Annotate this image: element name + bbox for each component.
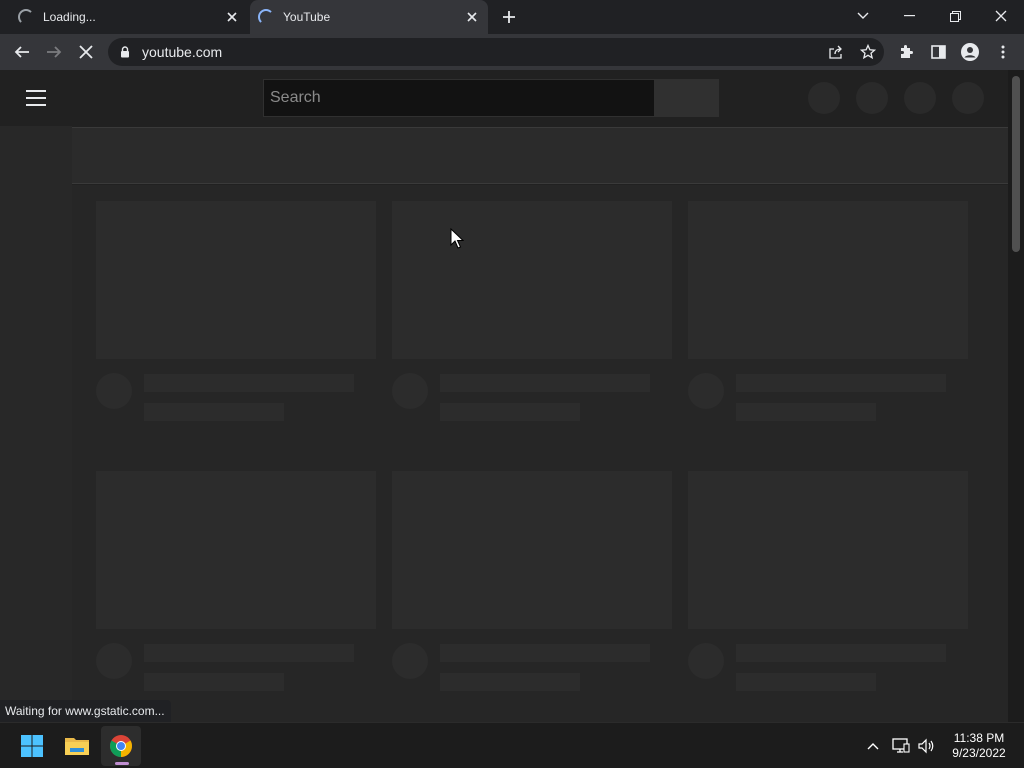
header-icon-placeholder bbox=[952, 82, 984, 114]
channel-avatar-placeholder bbox=[392, 643, 428, 679]
browser-toolbar: youtube.com bbox=[0, 34, 1024, 70]
close-tab-icon[interactable] bbox=[464, 9, 480, 25]
header-icon-placeholder bbox=[904, 82, 936, 114]
thumbnail-placeholder bbox=[688, 471, 968, 629]
loading-spinner-icon bbox=[18, 9, 34, 25]
header-icon-placeholder bbox=[856, 82, 888, 114]
tab-strip: Loading... YouTube bbox=[0, 0, 1024, 34]
meta-placeholder bbox=[440, 673, 580, 691]
video-card-skeleton bbox=[392, 201, 672, 421]
status-bubble: Waiting for www.gstatic.com... bbox=[0, 700, 171, 722]
stop-loading-button[interactable] bbox=[73, 40, 99, 64]
share-icon[interactable] bbox=[820, 38, 852, 66]
page-scrollbar[interactable] bbox=[1008, 70, 1024, 722]
video-grid-skeleton bbox=[72, 185, 1008, 722]
tab-youtube[interactable]: YouTube bbox=[250, 0, 488, 34]
forward-button[interactable] bbox=[41, 40, 67, 64]
channel-avatar-placeholder bbox=[96, 373, 132, 409]
video-card-skeleton bbox=[392, 471, 672, 691]
file-explorer-icon[interactable] bbox=[57, 726, 97, 766]
address-bar[interactable]: youtube.com bbox=[108, 38, 884, 66]
tab-search-button[interactable] bbox=[840, 0, 886, 32]
close-tab-icon[interactable] bbox=[224, 9, 240, 25]
search-box bbox=[263, 79, 719, 117]
restore-button[interactable] bbox=[932, 0, 978, 32]
volume-icon[interactable] bbox=[915, 735, 937, 757]
thumbnail-placeholder bbox=[96, 201, 376, 359]
title-placeholder bbox=[440, 374, 650, 392]
chevron-up-icon[interactable] bbox=[862, 735, 884, 757]
meta-placeholder bbox=[736, 673, 876, 691]
video-card-skeleton bbox=[96, 471, 376, 691]
lock-icon[interactable] bbox=[108, 46, 142, 58]
video-card-skeleton bbox=[96, 201, 376, 421]
chips-bar-placeholder bbox=[72, 127, 1008, 184]
channel-avatar-placeholder bbox=[392, 373, 428, 409]
thumbnail-placeholder bbox=[392, 201, 672, 359]
header-icon-placeholder bbox=[808, 82, 840, 114]
youtube-header bbox=[0, 70, 1008, 126]
title-placeholder bbox=[144, 374, 354, 392]
thumbnail-placeholder bbox=[688, 201, 968, 359]
tab-title: YouTube bbox=[283, 10, 331, 24]
channel-avatar-placeholder bbox=[688, 373, 724, 409]
channel-avatar-placeholder bbox=[96, 643, 132, 679]
bookmark-star-icon[interactable] bbox=[852, 38, 884, 66]
system-clock[interactable]: 11:38 PM 9/23/2022 bbox=[940, 731, 1018, 761]
chrome-icon[interactable] bbox=[101, 726, 141, 766]
title-placeholder bbox=[736, 644, 946, 662]
title-placeholder bbox=[736, 374, 946, 392]
thumbnail-placeholder bbox=[392, 471, 672, 629]
back-button[interactable] bbox=[9, 40, 35, 64]
tab-loading[interactable]: Loading... bbox=[18, 0, 248, 34]
scrollbar-thumb[interactable] bbox=[1012, 76, 1020, 252]
network-icon[interactable] bbox=[890, 735, 912, 757]
new-tab-button[interactable] bbox=[499, 7, 519, 27]
meta-placeholder bbox=[144, 403, 284, 421]
clock-date: 9/23/2022 bbox=[952, 746, 1006, 760]
title-placeholder bbox=[440, 644, 650, 662]
sidebar-placeholder bbox=[0, 126, 72, 722]
tab-title: Loading... bbox=[43, 10, 96, 24]
profile-avatar-icon[interactable] bbox=[957, 40, 983, 64]
minimize-button[interactable] bbox=[886, 0, 932, 32]
title-placeholder bbox=[144, 644, 354, 662]
start-windows-icon[interactable] bbox=[12, 726, 52, 766]
mouse-cursor-icon bbox=[450, 227, 465, 255]
active-app-indicator bbox=[115, 762, 129, 765]
meta-placeholder bbox=[736, 403, 876, 421]
menu-kebab-icon[interactable] bbox=[990, 40, 1016, 64]
meta-placeholder bbox=[440, 403, 580, 421]
side-panel-icon[interactable] bbox=[925, 40, 951, 64]
clock-time: 11:38 PM bbox=[953, 731, 1005, 745]
channel-avatar-placeholder bbox=[688, 643, 724, 679]
video-card-skeleton bbox=[688, 471, 968, 691]
meta-placeholder bbox=[144, 673, 284, 691]
url-text[interactable]: youtube.com bbox=[142, 44, 820, 60]
page-content bbox=[0, 70, 1024, 722]
video-card-skeleton bbox=[688, 201, 968, 421]
search-button[interactable] bbox=[655, 79, 719, 117]
hamburger-menu-icon[interactable] bbox=[24, 88, 48, 108]
thumbnail-placeholder bbox=[96, 471, 376, 629]
search-input[interactable] bbox=[263, 79, 655, 117]
extensions-icon[interactable] bbox=[893, 40, 919, 64]
windows-taskbar: 11:38 PM 9/23/2022 bbox=[0, 722, 1024, 768]
loading-spinner-icon bbox=[258, 9, 274, 25]
close-window-button[interactable] bbox=[978, 0, 1024, 32]
